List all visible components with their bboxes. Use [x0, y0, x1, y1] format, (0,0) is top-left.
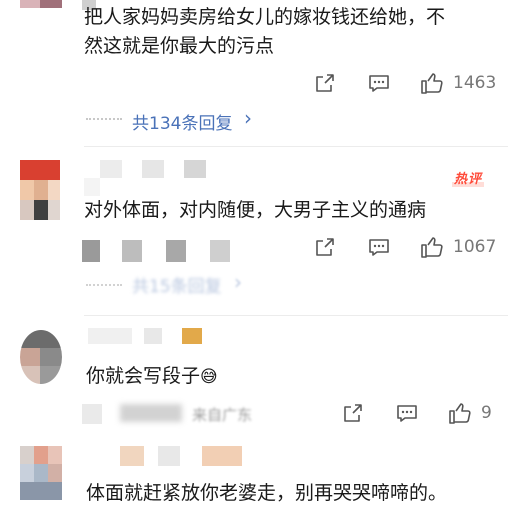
avatar[interactable]	[20, 160, 60, 220]
thumbs-up-icon[interactable]	[448, 401, 472, 425]
comment-text: 体面就赶紧放你老婆走，别再哭哭啼啼的。	[86, 482, 448, 504]
share-icon[interactable]	[342, 402, 364, 424]
divider	[84, 315, 508, 316]
share-icon[interactable]	[314, 72, 336, 94]
username-blurred[interactable]	[88, 328, 132, 344]
comment-text-line1: 把人家妈妈卖房给女儿的嫁妆钱还给她，不	[84, 6, 446, 28]
comment-icon[interactable]	[368, 236, 390, 258]
replies-link[interactable]: 共15条回复	[132, 272, 222, 297]
chevron-right-icon[interactable]: ›	[234, 270, 242, 294]
grinning-sweat-emoji: 😅	[200, 367, 218, 387]
thumbs-up-icon[interactable]	[420, 71, 444, 95]
chevron-right-icon[interactable]: ›	[244, 106, 252, 130]
like-count: 1463	[453, 73, 497, 93]
avatar[interactable]	[20, 330, 62, 384]
thumbs-up-icon[interactable]	[420, 235, 444, 259]
hot-comment-badge: 热评	[451, 168, 485, 187]
like-count: 9	[481, 403, 492, 423]
comment-text: 对外体面，对内随便，大男子主义的通病	[84, 199, 427, 221]
share-icon[interactable]	[314, 236, 336, 258]
replies-link[interactable]: 共134条回复	[132, 109, 232, 134]
comment-icon[interactable]	[368, 72, 390, 94]
reply-dots	[86, 284, 122, 288]
username-blurred[interactable]	[120, 446, 144, 466]
comment-text: 你就会写段子😅	[86, 365, 218, 387]
meta-location: 来自广东	[192, 406, 253, 424]
meta-blurred	[82, 404, 102, 424]
like-count: 1067	[453, 237, 497, 257]
avatar[interactable]	[20, 446, 62, 500]
divider	[84, 146, 508, 147]
meta-blurred	[82, 240, 100, 262]
username-blurred[interactable]	[100, 160, 122, 178]
reply-dots	[86, 118, 122, 122]
comment-text-line2: 然这就是你最大的污点	[84, 35, 275, 57]
comment-icon[interactable]	[396, 402, 418, 424]
avatar-blurred-block	[40, 0, 62, 8]
